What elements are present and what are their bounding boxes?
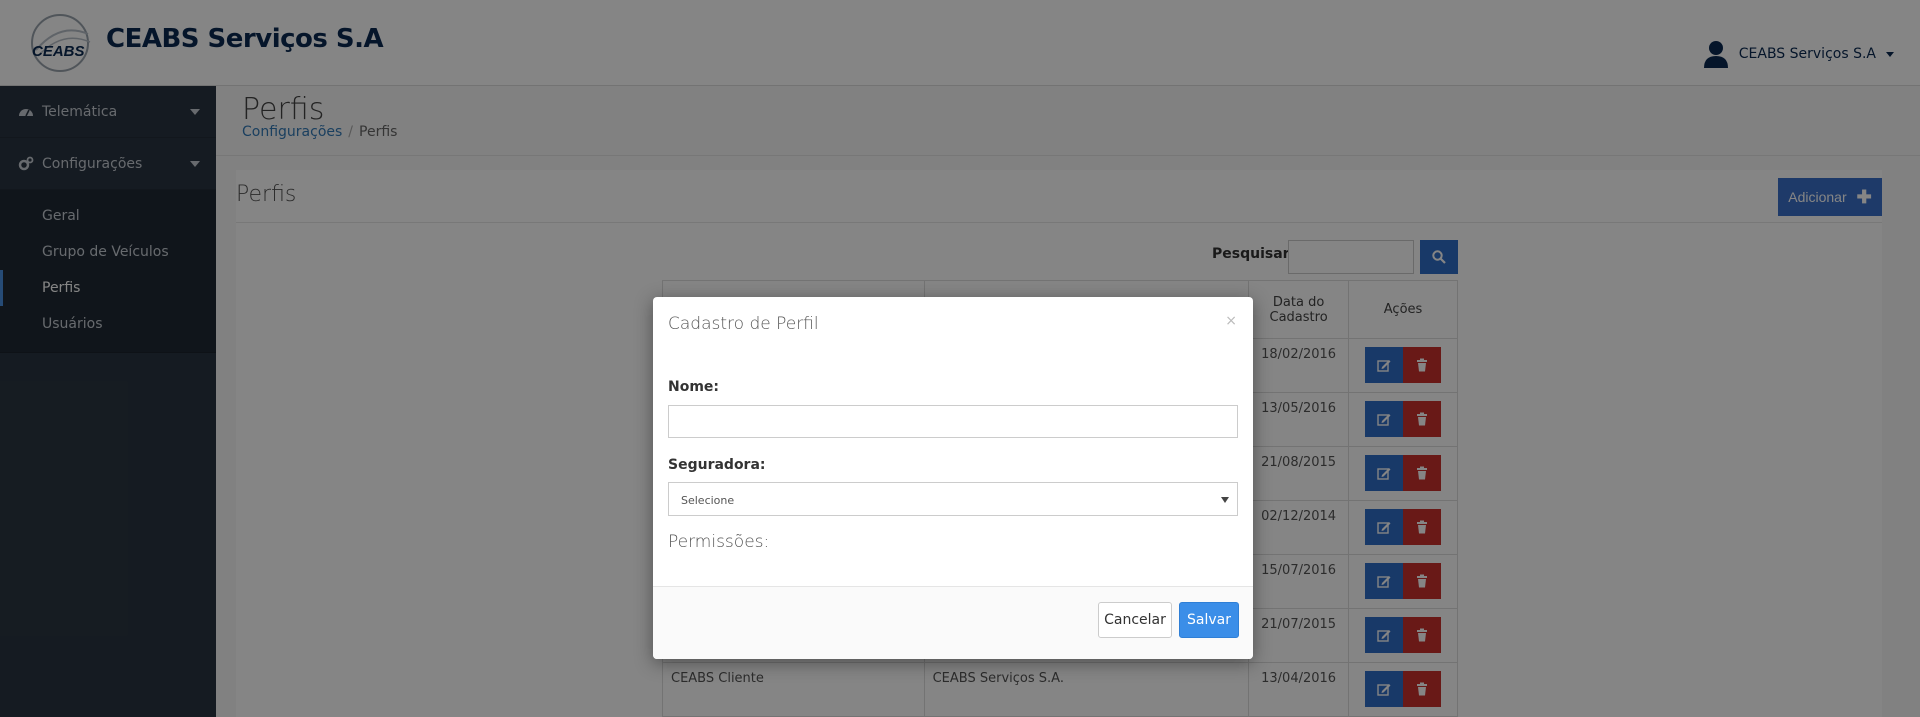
modal-title: Cadastro de Perfil bbox=[668, 314, 819, 334]
name-field[interactable] bbox=[668, 405, 1238, 438]
permissions-heading: Permissões: bbox=[668, 532, 770, 552]
chevron-down-icon bbox=[1221, 497, 1229, 503]
insurer-select-value: Selecione bbox=[681, 494, 735, 507]
profile-modal: Cadastro de Perfil × Nome: Seguradora: S… bbox=[653, 297, 1253, 659]
cancel-button[interactable]: Cancelar bbox=[1098, 602, 1172, 638]
modal-footer: Cancelar Salvar bbox=[653, 586, 1253, 659]
insurer-label: Seguradora: bbox=[668, 457, 766, 473]
save-button[interactable]: Salvar bbox=[1179, 602, 1239, 638]
insurer-select[interactable]: Selecione bbox=[668, 482, 1238, 516]
close-icon[interactable]: × bbox=[1225, 313, 1237, 329]
name-label: Nome: bbox=[668, 379, 720, 395]
